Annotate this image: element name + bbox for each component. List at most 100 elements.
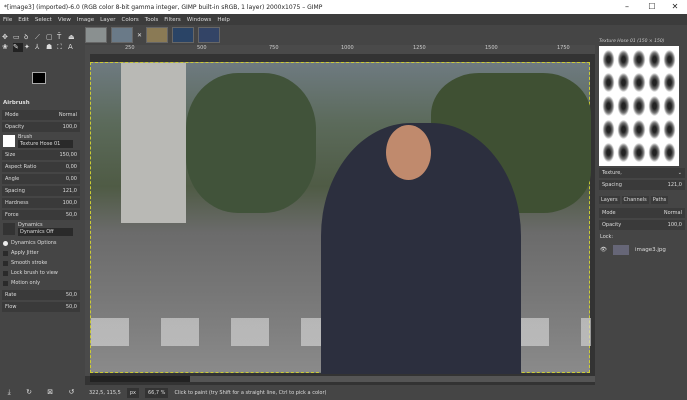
lock-brush-checkbox[interactable]: Lock brush to view — [3, 270, 79, 276]
brush-header: Texture Hose 01 (150 × 150) — [599, 39, 665, 44]
flow-value: 50,0 — [65, 304, 77, 310]
mode-label: Mode — [5, 112, 19, 118]
ruler-tick: 500 — [197, 45, 207, 51]
force-slider[interactable]: Force 50,0 — [2, 210, 80, 220]
opacity-label: Opacity — [5, 124, 25, 130]
delete-options-icon[interactable]: ⊠ — [47, 388, 53, 397]
brush-preview[interactable] — [3, 135, 15, 147]
apply-jitter-checkbox[interactable]: Apply Jitter — [3, 250, 79, 256]
image-tab[interactable] — [111, 27, 133, 43]
menu-layer[interactable]: Layer — [100, 17, 115, 23]
horizontal-ruler[interactable]: 250 500 750 1000 1250 1500 1750 — [85, 45, 595, 54]
image-tab-active[interactable] — [198, 27, 221, 43]
rect-select-tool-icon[interactable]: ▭ — [13, 33, 23, 42]
move-tool-icon[interactable]: ✥ — [2, 33, 12, 42]
motion-only-checkbox[interactable]: Motion only — [3, 280, 79, 286]
menu-edit[interactable]: Edit — [18, 17, 29, 23]
hardness-label: Hardness — [5, 200, 29, 206]
menu-windows[interactable]: Windows — [187, 17, 212, 23]
smooth-stroke-checkbox[interactable]: Smooth stroke — [3, 260, 79, 266]
tab-layers[interactable]: Layers — [599, 196, 620, 204]
tab-channels[interactable]: Channels — [621, 196, 649, 204]
size-slider[interactable]: Size 150,00 — [2, 150, 80, 160]
angle-value: 0,00 — [65, 176, 77, 182]
force-label: Force — [5, 212, 19, 218]
dock-tabs: Layers Channels Paths — [597, 194, 687, 206]
horizontal-scrollbar[interactable] — [90, 376, 595, 382]
layer-row[interactable]: 👁 image3.jpg — [597, 242, 687, 258]
layer-mode-select[interactable]: Mode Normal — [599, 208, 685, 218]
tool-grid: ✥ ▭ ꝺ ⟋ ▢ T̄ ⏏ ❀ ✎ ✦ ⅄ ☗ ⛶ A — [0, 25, 82, 60]
layer-opacity-value: 100,0 — [667, 222, 682, 228]
minimize-button[interactable]: – — [615, 0, 639, 14]
menu-colors[interactable]: Colors — [121, 17, 138, 23]
brush-tag-select[interactable]: Texture, ⌄ — [599, 168, 685, 178]
spacing-slider[interactable]: Spacing 121,0 — [2, 186, 80, 196]
close-button[interactable]: ✕ — [663, 0, 687, 14]
tab-paths[interactable]: Paths — [650, 196, 669, 204]
motion-only-label: Motion only — [11, 280, 41, 286]
photo-trees — [186, 73, 316, 213]
brush-spacing-label: Spacing — [602, 182, 622, 188]
opacity-slider[interactable]: Opacity 100,0 — [2, 122, 80, 132]
menu-tools[interactable]: Tools — [145, 17, 159, 23]
menu-select[interactable]: Select — [35, 17, 52, 23]
warp-tool-icon[interactable]: ⏏ — [68, 33, 78, 42]
mode-value: Normal — [58, 112, 77, 118]
text-tool-icon[interactable]: A — [68, 43, 78, 52]
menu-help[interactable]: Help — [217, 17, 230, 23]
heal-tool-icon[interactable]: ✦ — [24, 43, 34, 52]
angle-slider[interactable]: Angle 0,00 — [2, 174, 80, 184]
restore-options-icon[interactable]: ↻ — [26, 388, 32, 397]
image-tab[interactable] — [172, 27, 195, 43]
image-tabs: ✕ — [85, 25, 221, 45]
layer-opacity-slider[interactable]: Opacity 100,0 — [599, 220, 685, 230]
aspect-value: 0,00 — [65, 164, 77, 170]
unit-select[interactable]: px — [126, 387, 139, 398]
brush-name[interactable]: Texture Hose 01 — [18, 140, 73, 148]
eye-icon[interactable]: 👁 — [600, 247, 607, 253]
menu-view[interactable]: View — [58, 17, 71, 23]
brushes-grid[interactable] — [599, 46, 679, 166]
mode-select[interactable]: Mode Normal — [2, 110, 80, 120]
crop-tool-icon[interactable]: ▢ — [46, 33, 56, 42]
brush-spacing-value: 121,0 — [667, 182, 682, 188]
clone-tool-icon[interactable]: ☗ — [46, 43, 56, 52]
path-tool-icon[interactable]: ⅄ — [35, 43, 45, 52]
ruler-tick: 1250 — [413, 45, 426, 51]
brush-spacing-slider[interactable]: Spacing 121,0 — [599, 180, 685, 190]
layer-mode-value: Normal — [663, 210, 682, 216]
hardness-slider[interactable]: Hardness 100,0 — [2, 198, 80, 208]
title-bar: *[image3] (imported)-6.0 (RGB color 8-bi… — [0, 0, 687, 14]
save-options-icon[interactable]: ⤓ — [8, 388, 11, 397]
foreground-color[interactable] — [32, 72, 46, 84]
maximize-button[interactable]: ☐ — [640, 0, 664, 14]
dynamics-options-expander[interactable]: Dynamics Options — [3, 240, 79, 246]
image-tab[interactable] — [146, 27, 169, 43]
ruler-tick: 1500 — [485, 45, 498, 51]
spacing-label: Spacing — [5, 188, 25, 194]
layer-thumbnail — [612, 245, 629, 255]
flow-label: Flow — [5, 304, 17, 310]
airbrush-tool-icon[interactable]: ✎ — [13, 43, 23, 52]
image-canvas[interactable] — [90, 62, 591, 374]
rate-slider[interactable]: Rate 50,0 — [2, 290, 80, 300]
lasso-tool-icon[interactable]: ꝺ — [24, 33, 34, 42]
zoom-select[interactable]: 66,7 % — [144, 387, 169, 398]
dynamics-icon[interactable] — [3, 223, 15, 235]
cage-tool-icon[interactable]: ⛶ — [57, 43, 67, 52]
pointer-coords: 322,5, 115,5 — [89, 389, 121, 396]
reset-options-icon[interactable]: ↺ — [68, 388, 74, 397]
menu-file[interactable]: File — [3, 17, 12, 23]
menu-filters[interactable]: Filters — [164, 17, 181, 23]
photo-building — [121, 63, 186, 223]
flow-slider[interactable]: Flow 50,0 — [2, 302, 80, 312]
aspect-ratio-slider[interactable]: Aspect Ratio 0,00 — [2, 162, 80, 172]
dynamics-select[interactable]: Dynamics Off — [18, 228, 73, 236]
measure-tool-icon[interactable]: ⟋ — [35, 33, 45, 42]
transform-tool-icon[interactable]: T̄ — [57, 33, 67, 42]
force-value: 50,0 — [65, 212, 77, 218]
bucket-tool-icon[interactable]: ❀ — [2, 43, 12, 52]
menu-image[interactable]: Image — [77, 17, 94, 23]
close-tab-icon[interactable]: ✕ — [137, 32, 142, 39]
